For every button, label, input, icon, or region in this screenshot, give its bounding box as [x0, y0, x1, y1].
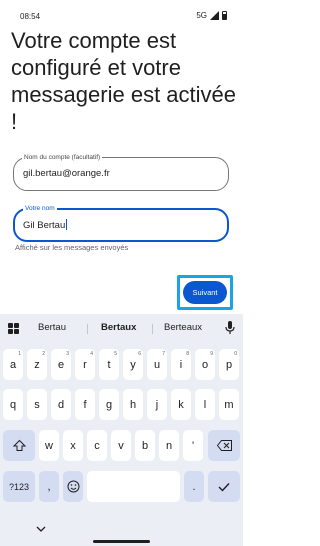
key-e[interactable]: e3: [51, 349, 71, 380]
backspace-icon: [216, 440, 232, 451]
key-o[interactable]: o9: [195, 349, 215, 380]
key-a[interactable]: a1: [3, 349, 23, 380]
key-g[interactable]: g: [99, 389, 119, 420]
backspace-key[interactable]: [208, 430, 240, 461]
comma-key[interactable]: ,: [39, 471, 59, 502]
key-b[interactable]: b: [135, 430, 155, 461]
home-pill[interactable]: [93, 540, 150, 543]
account-name-field[interactable]: Nom du compte (facultatif) gil.bertau@or…: [13, 153, 229, 191]
key-r[interactable]: r4: [75, 349, 95, 380]
mic-icon[interactable]: [224, 321, 236, 335]
key-v[interactable]: v: [111, 430, 131, 461]
key-apostrophe[interactable]: ': [183, 430, 203, 461]
period-key[interactable]: .: [184, 471, 204, 502]
key-z[interactable]: z2: [27, 349, 47, 380]
network-type: 5G: [196, 11, 207, 20]
account-name-label: Nom du compte (facultatif): [22, 153, 103, 162]
key-x[interactable]: x: [63, 430, 83, 461]
key-h[interactable]: h: [123, 389, 143, 420]
suggestion-divider: [87, 324, 88, 334]
key-t[interactable]: t5: [99, 349, 119, 380]
keyboard-menu-icon[interactable]: [8, 323, 19, 334]
shift-icon: [12, 439, 26, 451]
enter-icon: [218, 482, 230, 492]
account-name-value[interactable]: gil.bertau@orange.fr: [23, 168, 110, 179]
suggestion-1[interactable]: Bertau: [38, 322, 66, 333]
key-j[interactable]: j: [147, 389, 167, 420]
shift-key[interactable]: [3, 430, 35, 461]
soft-keyboard: Bertau Bertaux Berteaux a1 z2 e3 r4 t5 y…: [0, 314, 243, 546]
enter-key[interactable]: [208, 471, 240, 502]
key-q[interactable]: q: [3, 389, 23, 420]
key-d[interactable]: d: [51, 389, 71, 420]
key-p[interactable]: p0: [219, 349, 239, 380]
page-title: Votre compte est configuré et votre mess…: [11, 28, 236, 134]
emoji-icon: [67, 480, 79, 493]
your-name-label: Votre nom: [23, 204, 57, 213]
key-l[interactable]: l: [195, 389, 215, 420]
suggestion-2[interactable]: Bertaux: [101, 322, 136, 333]
key-w[interactable]: w: [39, 430, 59, 461]
key-i[interactable]: i8: [171, 349, 191, 380]
status-icons: 5G: [196, 11, 227, 20]
key-k[interactable]: k: [171, 389, 191, 420]
battery-icon: [222, 11, 227, 20]
status-time: 08:54: [20, 12, 41, 21]
your-name-value-wrap[interactable]: Gil Bertau: [23, 219, 68, 231]
nav-chevron-icon[interactable]: [36, 525, 46, 533]
text-cursor: [66, 219, 68, 230]
signal-icon: [210, 11, 219, 20]
key-n[interactable]: n: [159, 430, 179, 461]
suggestion-divider: [152, 324, 153, 334]
key-f[interactable]: f: [75, 389, 95, 420]
emoji-key[interactable]: [63, 471, 83, 502]
next-button[interactable]: Suivant: [183, 281, 227, 304]
space-key[interactable]: [87, 471, 180, 502]
key-m[interactable]: m: [219, 389, 239, 420]
your-name-helper: Affiché sur les messages envoyés: [15, 243, 129, 252]
key-u[interactable]: u7: [147, 349, 167, 380]
key-s[interactable]: s: [27, 389, 47, 420]
your-name-field[interactable]: Votre nom Gil Bertau: [13, 204, 229, 242]
key-c[interactable]: c: [87, 430, 107, 461]
suggestion-strip: Bertau Bertaux Berteaux: [0, 314, 243, 342]
symbols-key[interactable]: ?123: [3, 471, 35, 502]
suggestion-3[interactable]: Berteaux: [164, 322, 202, 333]
your-name-value: Gil Bertau: [23, 220, 66, 231]
key-y[interactable]: y6: [123, 349, 143, 380]
